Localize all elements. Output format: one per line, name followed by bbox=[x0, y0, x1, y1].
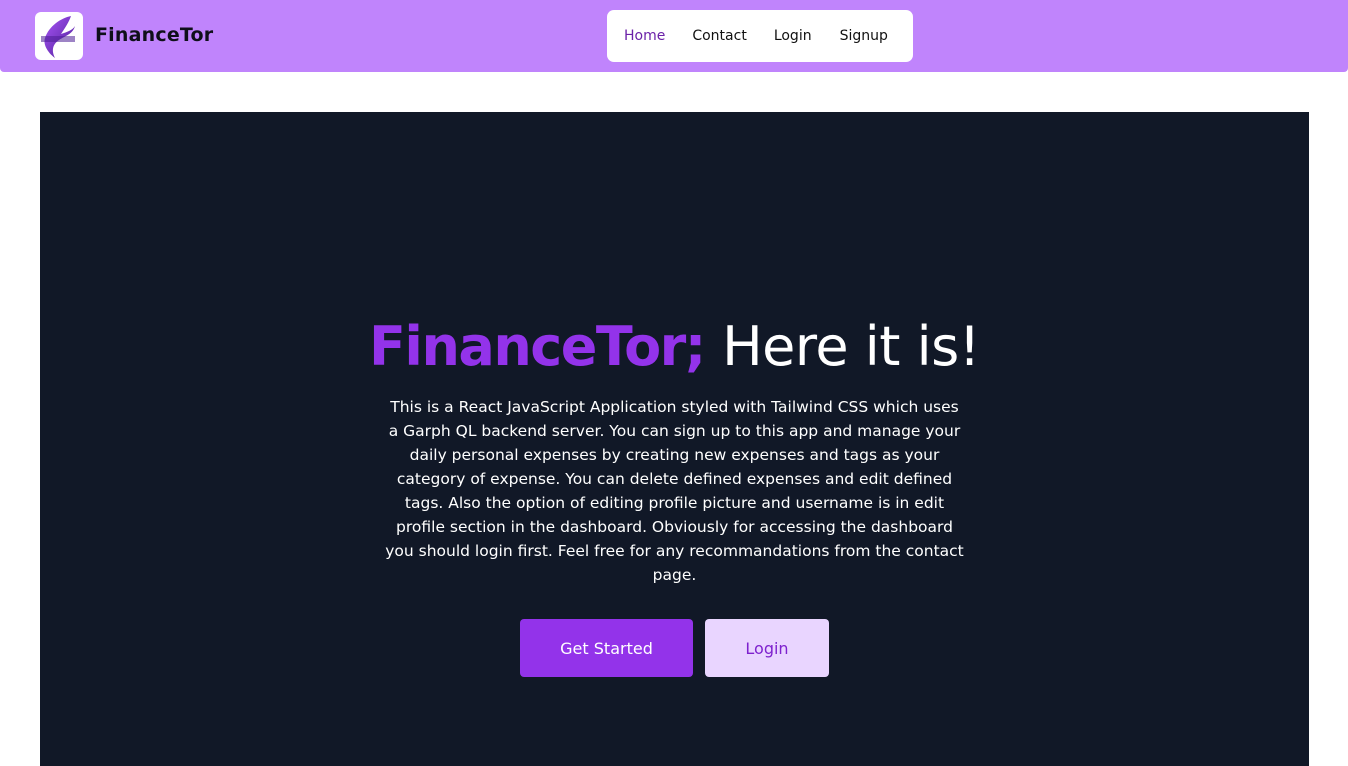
nav-menu: Home Contact Login Signup bbox=[607, 10, 913, 62]
brand-logo[interactable] bbox=[35, 12, 83, 60]
headline-brand: FinanceTor; bbox=[369, 315, 706, 378]
login-button[interactable]: Login bbox=[705, 619, 829, 677]
get-started-button[interactable]: Get Started bbox=[520, 619, 693, 677]
top-navbar: FinanceTor Home Contact Login Signup bbox=[0, 0, 1348, 72]
hero-section: FinanceTor; Here it is! This is a React … bbox=[40, 112, 1309, 766]
nav-link-signup[interactable]: Signup bbox=[840, 28, 888, 44]
nav-link-login[interactable]: Login bbox=[774, 28, 812, 44]
headline-tagline: Here it is! bbox=[722, 315, 980, 378]
hero-headline: FinanceTor; Here it is! bbox=[40, 315, 1309, 379]
financetor-logo-icon bbox=[41, 16, 75, 58]
nav-link-contact[interactable]: Contact bbox=[692, 28, 746, 44]
brand-name: FinanceTor bbox=[95, 24, 214, 46]
hero-description: This is a React JavaScript Application s… bbox=[385, 398, 964, 584]
nav-link-home[interactable]: Home bbox=[624, 28, 665, 44]
